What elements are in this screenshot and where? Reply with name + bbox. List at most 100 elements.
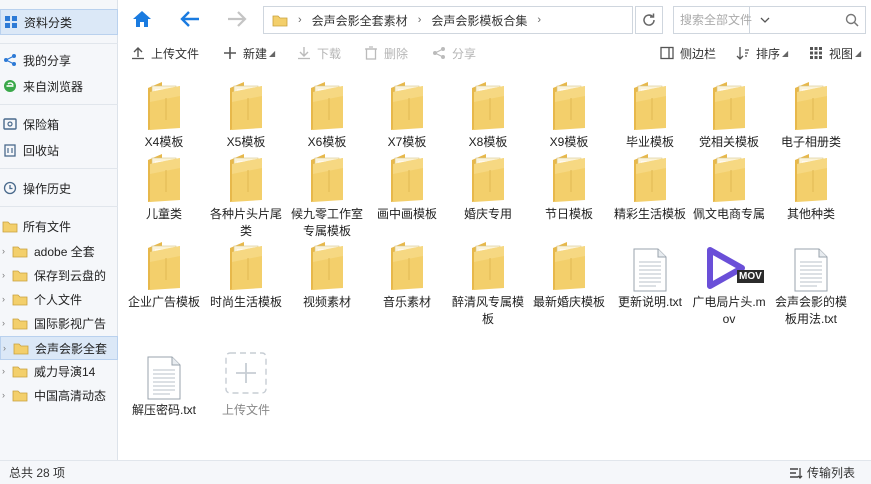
folder-item[interactable]: X6模板	[287, 72, 367, 151]
breadcrumb-item[interactable]: 会声会影模板合集	[431, 12, 527, 29]
chevron-right-icon: ›	[2, 270, 5, 280]
tree-item-hd[interactable]: › 中国高清动态	[0, 384, 118, 406]
folder-item[interactable]: X9模板	[529, 72, 609, 151]
sidebar-item-category[interactable]: 资料分类	[0, 9, 118, 35]
home-button[interactable]	[127, 6, 157, 34]
file-item[interactable]: 更新说明.txt	[610, 232, 690, 311]
tree-item-saved[interactable]: › 保存到云盘的	[0, 264, 118, 286]
tree-item-personal[interactable]: › 个人文件	[0, 288, 118, 310]
file-item[interactable]: MOV 广电局片头.mov	[689, 232, 769, 328]
share-button[interactable]: 分享	[431, 42, 476, 64]
sidebar-item-label: 操作历史	[23, 181, 72, 196]
folder-item[interactable]: X5模板	[206, 72, 286, 151]
sidebar-item-safe[interactable]: 保险箱	[0, 112, 118, 136]
folder-icon	[12, 364, 28, 378]
folder-icon	[124, 232, 204, 292]
sidebar-divider	[0, 206, 118, 207]
folder-item[interactable]: X7模板	[367, 72, 447, 151]
tree-item-adobe[interactable]: › adobe 全套	[0, 240, 118, 262]
upload-button[interactable]: 上传文件	[130, 42, 199, 64]
search-box	[673, 6, 866, 34]
folder-item[interactable]: 时尚生活模板	[206, 232, 286, 311]
arrow-right-icon	[227, 10, 247, 30]
folder-item[interactable]: 企业广告模板	[124, 232, 204, 311]
sidebar-item-trash[interactable]: 回收站	[0, 138, 118, 162]
tree-item-label: 威力导演14	[34, 364, 96, 379]
safe-icon	[2, 116, 18, 132]
file-item[interactable]: 解压密码.txt	[124, 340, 204, 419]
item-label: 其他种类	[786, 207, 835, 221]
folder-icon	[124, 144, 204, 204]
folder-icon	[448, 144, 528, 204]
delete-button[interactable]: 删除	[363, 42, 408, 64]
folder-item[interactable]: 节日模板	[529, 144, 609, 223]
sidebar-toggle-button[interactable]: 侧边栏	[659, 42, 716, 64]
folder-item[interactable]: 毕业模板	[610, 72, 690, 151]
plus-icon	[222, 45, 238, 61]
breadcrumb-item[interactable]: 会声会影全套素材	[312, 12, 408, 29]
tree-item-label: 会声会影全套	[35, 341, 108, 356]
delete-label: 删除	[384, 46, 409, 61]
folder-icon	[610, 144, 690, 204]
sidebar-item-label: 资料分类	[24, 15, 73, 30]
address-bar[interactable]: › 会声会影全套素材 › 会声会影模板合集 ›	[263, 6, 769, 34]
folder-item[interactable]: 候九零工作室专属模板	[287, 144, 367, 240]
view-button[interactable]: 视图 ◢	[808, 42, 861, 64]
chevron-right-icon: ›	[2, 390, 5, 400]
folder-item[interactable]: 儿童类	[124, 144, 204, 223]
add-icon	[206, 340, 286, 394]
tree-item-label: 中国高清动态	[34, 388, 107, 403]
toolbar: 上传文件 新建 ◢ 下载 删除 分享 侧边栏 排序 ◢ 视图 ◢	[118, 40, 871, 66]
transfer-label: 传输列表	[806, 466, 855, 480]
search-input[interactable]	[680, 8, 845, 32]
tree-item-ads[interactable]: › 国际影视广告	[0, 312, 118, 334]
item-label: 上传文件	[221, 403, 270, 417]
folder-item[interactable]: 各种片头片尾类	[206, 144, 286, 240]
refresh-button[interactable]	[635, 6, 663, 34]
folder-item[interactable]: 画中画模板	[367, 144, 447, 223]
video-file-icon: MOV	[689, 232, 769, 292]
folder-icon	[272, 13, 288, 27]
new-button[interactable]: 新建 ◢	[222, 42, 275, 64]
breadcrumb-separator-icon: ›	[537, 14, 542, 26]
folder-item[interactable]: X8模板	[448, 72, 528, 151]
folder-icon	[12, 316, 28, 330]
download-button[interactable]: 下载	[296, 42, 341, 64]
folder-item[interactable]: 最新婚庆模板	[529, 232, 609, 311]
folder-icon	[689, 72, 769, 132]
folder-item[interactable]: 婚庆专用	[448, 144, 528, 223]
folder-item[interactable]: 醉清风专属模板	[448, 232, 528, 328]
folder-icon	[529, 232, 609, 292]
folder-item[interactable]: 精彩生活模板	[610, 144, 690, 223]
sidebar-item-share[interactable]: 我的分享	[0, 48, 118, 72]
sidebar-item-browser[interactable]: 来自浏览器	[0, 74, 118, 98]
forward-button[interactable]	[222, 6, 252, 34]
breadcrumb-separator-icon: ›	[298, 14, 302, 26]
back-button[interactable]	[175, 6, 205, 34]
folder-icon	[206, 144, 286, 204]
sort-button[interactable]: 排序 ◢	[735, 42, 788, 64]
tree-item-powerdirector[interactable]: › 威力导演14	[0, 360, 118, 382]
folder-item[interactable]: 党相关模板	[689, 72, 769, 151]
upload-tile[interactable]: 上传文件	[206, 340, 286, 419]
sidebar-divider	[0, 168, 118, 169]
sidebar-item-all-files[interactable]: 所有文件	[0, 214, 118, 238]
sidebar-item-history[interactable]: 操作历史	[0, 176, 118, 200]
transfer-list-button[interactable]: 传输列表	[789, 464, 855, 481]
home-icon	[132, 10, 152, 31]
browser-icon	[2, 78, 18, 94]
folder-item[interactable]: 视频素材	[287, 232, 367, 311]
folder-item[interactable]: 佩文电商专属	[689, 144, 769, 223]
file-grid: X4模板 X5模板 X6模板 X7模板 X8模板 X9模板 毕业模板 党相关模板 电子相册类儿童…	[118, 66, 871, 460]
folder-item[interactable]: 其他种类	[771, 144, 851, 223]
folder-item[interactable]: 音乐素材	[367, 232, 447, 311]
folder-icon	[529, 144, 609, 204]
search-icon[interactable]	[845, 13, 859, 27]
item-label: 画中画模板	[376, 207, 437, 221]
file-item[interactable]: 会声会影的模板用法.txt	[771, 232, 851, 328]
download-label: 下载	[317, 46, 342, 61]
folder-item[interactable]: 电子相册类	[771, 72, 851, 151]
folder-item[interactable]: X4模板	[124, 72, 204, 151]
arrow-left-icon	[180, 10, 200, 30]
tree-item-corel[interactable]: › 会声会影全套	[0, 336, 118, 360]
